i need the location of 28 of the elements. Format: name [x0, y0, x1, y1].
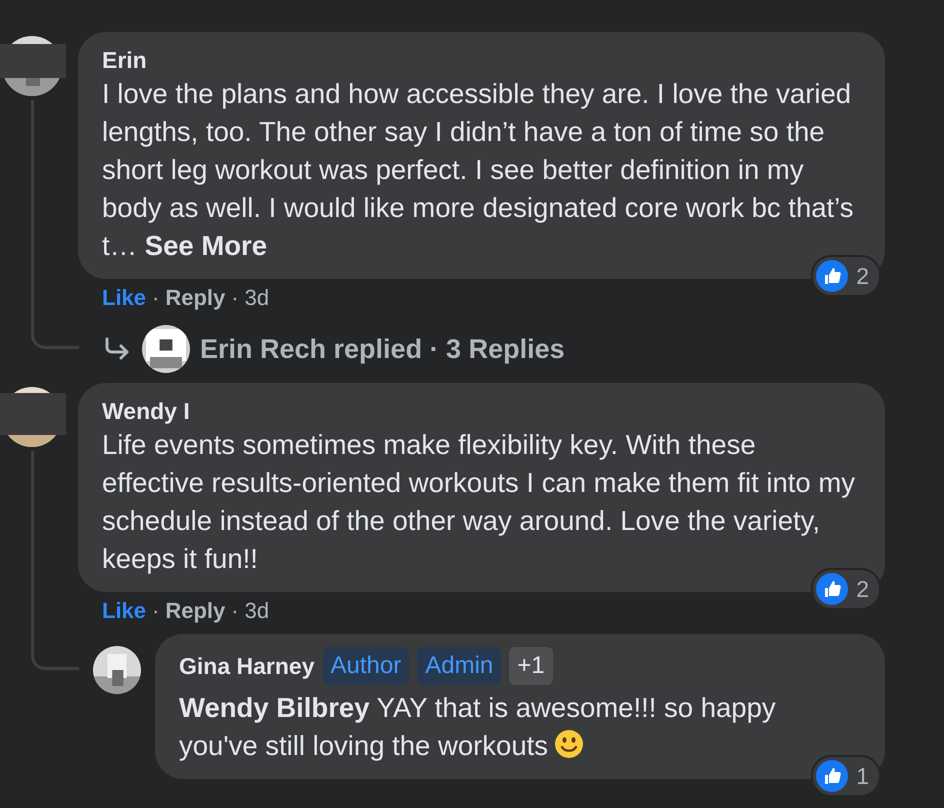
- role-label: Author: [322, 647, 410, 685]
- like-link[interactable]: Like: [102, 596, 146, 626]
- thumbs-up-icon: [816, 572, 848, 605]
- redaction-block: [0, 393, 66, 435]
- author-name[interactable]: Gina Harney: [179, 651, 314, 681]
- timestamp: 3d: [244, 284, 270, 312]
- author-name[interactable]: Wendy I: [102, 396, 190, 426]
- view-replies-link[interactable]: Erin Rech replied · 3 Replies: [200, 328, 565, 370]
- more-badges-button[interactable]: +1: [509, 647, 553, 685]
- like-link[interactable]: Like: [102, 283, 146, 313]
- author-name[interactable]: Erin: [102, 45, 147, 75]
- thumbs-up-icon: [816, 760, 848, 792]
- reply-link[interactable]: Reply: [165, 596, 226, 626]
- separator-dot: ·: [152, 284, 160, 312]
- reply-link[interactable]: Reply: [165, 283, 226, 313]
- timestamp: 3d: [244, 597, 270, 625]
- comment-text: Wendy Bilbrey YAY that is awesome!!! so happy you've still loving the workouts: [179, 691, 777, 763]
- thumbs-up-icon: [816, 260, 848, 292]
- reaction-count[interactable]: 2: [811, 254, 881, 297]
- reaction-count[interactable]: 2: [811, 568, 881, 610]
- separator-dot: ·: [231, 284, 239, 312]
- role-label: Admin: [417, 647, 502, 685]
- separator-dot: ·: [231, 597, 239, 625]
- reaction-count[interactable]: 1: [811, 754, 881, 797]
- see-more-link[interactable]: See More: [144, 230, 268, 261]
- redaction-block: [0, 44, 66, 78]
- smiley-icon: [554, 729, 584, 759]
- separator-dot: ·: [152, 597, 160, 625]
